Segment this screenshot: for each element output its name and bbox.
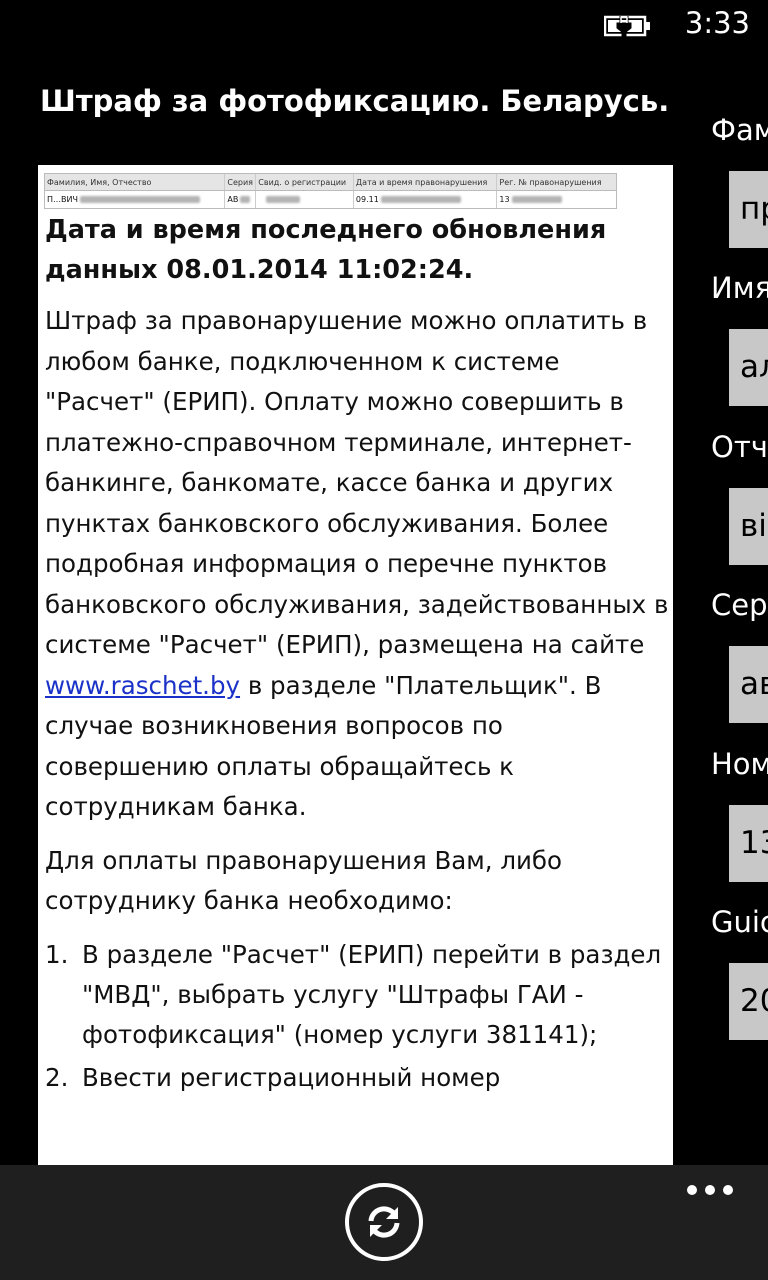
- blurred-text: [240, 196, 251, 203]
- blurred-text: [79, 196, 200, 203]
- table-header-cell: Свид. о регистрации: [256, 174, 354, 190]
- table-cell: [256, 191, 354, 208]
- guid-label: Guic: [711, 905, 768, 939]
- payment-steps-list: 1. В разделе "Расчет" (ЕРИП) перейти в ра…: [45, 935, 670, 1098]
- surname-field[interactable]: пр: [729, 171, 768, 248]
- more-options-button[interactable]: [680, 1173, 740, 1203]
- series-field[interactable]: ав: [729, 646, 768, 723]
- status-bar: 3:33: [0, 0, 768, 50]
- more-icon: [705, 1185, 715, 1195]
- fine-details-panel[interactable]: Фамилия, Имя, Отчество Серия Свид. о рег…: [38, 165, 673, 1170]
- raschet-link[interactable]: www.raschet.by: [45, 671, 240, 700]
- table-cell: АВ: [225, 191, 257, 208]
- paragraph-text: Штраф за правонарушение можно оплатить в…: [45, 306, 669, 659]
- blurred-text: [380, 196, 461, 203]
- app-bar: [0, 1165, 768, 1280]
- search-form-panel: Фам пр Имя ал Отче ві Сери ав Ном 13 Gui…: [710, 0, 768, 1165]
- patronymic-label: Отче: [711, 430, 768, 464]
- surname-label: Фам: [711, 113, 768, 147]
- table-cell: 13: [497, 191, 616, 208]
- refresh-button[interactable]: [345, 1183, 423, 1261]
- list-item-number: 1.: [45, 939, 69, 969]
- name-field[interactable]: ал: [729, 329, 768, 406]
- table-header-cell: Дата и время правонарушения: [354, 174, 498, 190]
- refresh-icon: [368, 1206, 400, 1238]
- table-row: П…ВИЧ АВ 09.11 13: [45, 191, 616, 208]
- table-header-row: Фамилия, Имя, Отчество Серия Свид. о рег…: [45, 174, 616, 191]
- list-item-number: 2.: [45, 1062, 69, 1092]
- guid-field[interactable]: 20: [729, 963, 768, 1040]
- series-label: Сери: [711, 588, 768, 622]
- table-cell-text: П…ВИЧ: [47, 195, 78, 204]
- more-icon: [687, 1185, 697, 1195]
- table-cell-text: АВ: [227, 195, 239, 204]
- table-header-cell: Серия: [225, 174, 257, 190]
- fine-summary-table: Фамилия, Имя, Отчество Серия Свид. о рег…: [44, 173, 617, 209]
- blurred-text: [266, 196, 301, 203]
- patronymic-field[interactable]: ві: [729, 488, 768, 565]
- list-item: 1. В разделе "Расчет" (ЕРИП) перейти в ра…: [45, 935, 670, 1055]
- more-icon: [723, 1185, 733, 1195]
- list-item: 2. Ввести регистрационный номер: [45, 1058, 670, 1098]
- page-title: Штраф за фотофиксацию. Беларусь.: [40, 84, 670, 118]
- last-update-heading: Дата и время последнего обновления данны…: [45, 215, 607, 285]
- table-cell-text: 09.11: [355, 195, 379, 204]
- fine-info-text: Дата и время последнего обновления данны…: [45, 210, 670, 1101]
- name-label: Имя: [711, 271, 768, 305]
- payment-info-paragraph: Штраф за правонарушение можно оплатить в…: [45, 301, 670, 828]
- battery-charging-icon: [604, 15, 650, 37]
- table-cell: П…ВИЧ: [45, 191, 226, 208]
- list-item-text: Ввести регистрационный номер: [82, 1062, 501, 1092]
- payment-instructions-intro: Для оплаты правонарушения Вам, либо сотр…: [45, 845, 563, 916]
- blurred-text: [511, 196, 562, 203]
- list-item-text: В разделе "Расчет" (ЕРИП) перейти в разд…: [82, 939, 662, 1049]
- table-cell-text: 13: [499, 195, 510, 204]
- table-header-cell: Рег. № правонарушения: [499, 178, 602, 187]
- table-header-cell: Фамилия, Имя, Отчество: [45, 174, 226, 190]
- number-field[interactable]: 13: [729, 805, 768, 882]
- table-cell: 09.11: [354, 191, 498, 208]
- number-label: Ном: [711, 747, 768, 781]
